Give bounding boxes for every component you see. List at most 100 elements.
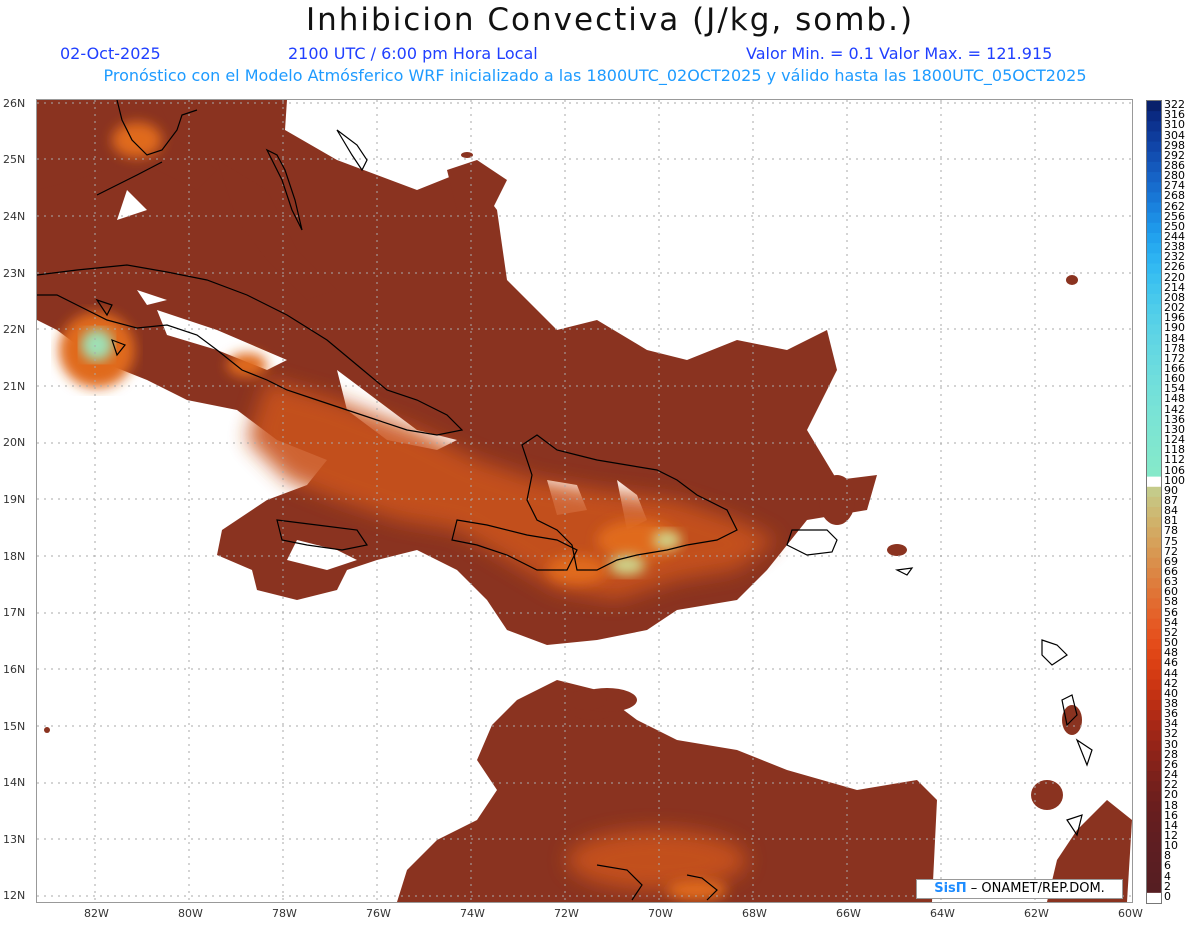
- colorbar-swatch: [1147, 831, 1161, 843]
- colorbar-swatch: [1147, 141, 1161, 153]
- lat-label: 19N: [3, 493, 26, 506]
- colorbar-swatch: [1147, 446, 1161, 457]
- colorbar-swatch: [1147, 760, 1161, 772]
- colorbar-swatch: [1147, 547, 1161, 559]
- lat-label: 18N: [3, 550, 26, 563]
- colorbar-swatch: [1147, 628, 1161, 640]
- colorbar-swatch: [1147, 253, 1161, 264]
- colorbar-swatch: [1147, 699, 1161, 711]
- colorbar-swatch: [1147, 344, 1161, 356]
- colorbar-swatch: [1147, 618, 1161, 630]
- colorbar-swatch: [1147, 639, 1161, 650]
- colorbar-swatch: [1147, 669, 1161, 681]
- forecast-time: 2100 UTC / 6:00 pm Hora Local: [288, 44, 538, 63]
- colorbar-swatch: [1147, 263, 1161, 275]
- lon-label: 74W: [460, 907, 485, 920]
- map-panel: [36, 99, 1133, 903]
- colorbar-swatch: [1147, 121, 1161, 132]
- colorbar-swatch: [1147, 720, 1161, 731]
- colorbar-swatch: [1147, 192, 1161, 204]
- lat-label: 25N: [3, 153, 26, 166]
- colorbar-swatch: [1147, 283, 1161, 295]
- colorbar-swatch: [1147, 111, 1161, 122]
- colorbar-swatch: [1147, 507, 1161, 518]
- colorbar-swatch: [1147, 314, 1161, 325]
- colorbar-swatch: [1147, 222, 1161, 234]
- colorbar-swatch: [1147, 243, 1161, 254]
- colorbar-swatch: [1147, 842, 1161, 853]
- credit-text: – ONAMET/REP.DOM.: [966, 881, 1105, 896]
- colorbar-swatch: [1147, 557, 1161, 569]
- colorbar-swatch: [1147, 710, 1161, 721]
- lat-label: 12N: [3, 889, 26, 902]
- model-info: Pronóstico con el Modelo Atmósferico WRF…: [103, 66, 1087, 85]
- colorbar-swatch: [1147, 304, 1161, 315]
- colorbar-swatch: [1147, 172, 1161, 183]
- colorbar-swatch: [1147, 486, 1161, 498]
- lat-label: 15N: [3, 720, 26, 733]
- colorbar-swatch: [1147, 425, 1161, 437]
- lon-label: 78W: [272, 907, 297, 920]
- colorbar-swatch: [1147, 375, 1161, 386]
- lat-label: 24N: [3, 210, 26, 223]
- lat-label: 20N: [3, 436, 26, 449]
- colorbar-swatch: [1147, 131, 1161, 143]
- colorbar-swatch: [1147, 527, 1161, 539]
- colorbar-swatch: [1147, 882, 1161, 894]
- colorbar: [1146, 100, 1162, 904]
- colorbar-swatch: [1147, 659, 1161, 670]
- colorbar-swatch: [1147, 821, 1161, 833]
- colorbar-swatches: [1147, 101, 1161, 903]
- forecast-date: 02-Oct-2025: [60, 44, 161, 63]
- colorbar-label: 0: [1164, 889, 1171, 903]
- colorbar-swatch: [1147, 598, 1161, 610]
- colorbar-swatch: [1147, 202, 1161, 214]
- colorbar-swatch: [1147, 496, 1161, 508]
- lon-label: 68W: [742, 907, 767, 920]
- lat-label: 14N: [3, 776, 26, 789]
- colorbar-swatch: [1147, 811, 1161, 823]
- credit-box: SisΠ – ONAMET/REP.DOM.: [916, 879, 1123, 899]
- cin-field-map: [37, 100, 1132, 902]
- lat-label: 21N: [3, 380, 26, 393]
- colorbar-swatch: [1147, 456, 1161, 467]
- colorbar-swatch: [1147, 588, 1161, 599]
- colorbar-swatch: [1147, 862, 1161, 874]
- colorbar-swatch: [1147, 649, 1161, 660]
- lat-label: 26N: [3, 97, 26, 110]
- lon-label: 62W: [1024, 907, 1049, 920]
- lat-label: 23N: [3, 267, 26, 280]
- colorbar-swatch: [1147, 892, 1161, 903]
- sispi-logo: SisΠ: [934, 881, 967, 896]
- colorbar-swatch: [1147, 791, 1161, 802]
- colorbar-swatch: [1147, 578, 1161, 589]
- lat-label: 22N: [3, 323, 26, 336]
- colorbar-swatch: [1147, 151, 1161, 163]
- lon-label: 80W: [178, 907, 203, 920]
- colorbar-swatch: [1147, 334, 1161, 346]
- colorbar-swatch: [1147, 385, 1161, 396]
- colorbar-swatch: [1147, 537, 1161, 549]
- colorbar-swatch: [1147, 161, 1161, 173]
- colorbar-swatch: [1147, 395, 1161, 407]
- lat-label: 17N: [3, 606, 26, 619]
- colorbar-swatch: [1147, 608, 1161, 620]
- colorbar-swatch: [1147, 476, 1161, 488]
- colorbar-swatch: [1147, 852, 1161, 863]
- colorbar-swatch: [1147, 273, 1161, 285]
- lat-label: 13N: [3, 833, 26, 846]
- colorbar-swatch: [1147, 740, 1161, 752]
- lon-label: 60W: [1118, 907, 1143, 920]
- lon-label: 64W: [930, 907, 955, 920]
- colorbar-swatch: [1147, 354, 1161, 366]
- value-range: Valor Min. = 0.1 Valor Max. = 121.915: [746, 44, 1053, 63]
- colorbar-swatch: [1147, 324, 1161, 335]
- high-cin-spot: [59, 312, 135, 388]
- colorbar-swatch: [1147, 364, 1161, 376]
- colorbar-swatch: [1147, 689, 1161, 701]
- lat-label: 16N: [3, 663, 26, 676]
- colorbar-swatch: [1147, 730, 1161, 742]
- colorbar-swatch: [1147, 101, 1161, 112]
- colorbar-swatch: [1147, 517, 1161, 528]
- colorbar-swatch: [1147, 801, 1161, 813]
